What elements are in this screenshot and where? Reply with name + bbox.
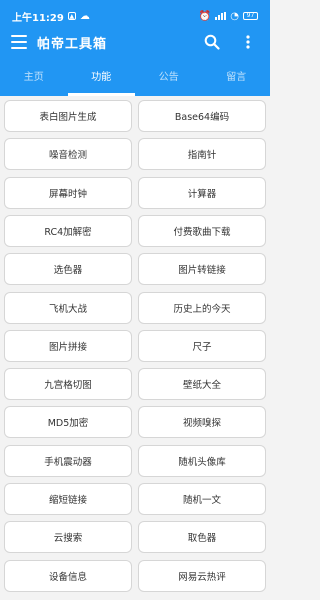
tool-button[interactable]: MD5加密 xyxy=(4,406,132,439)
search-icon[interactable] xyxy=(204,34,220,50)
more-options-icon[interactable] xyxy=(245,34,251,50)
wifi-icon: ◔ xyxy=(230,10,239,22)
tool-button[interactable]: 表白图片生成 xyxy=(4,100,132,132)
tool-button[interactable]: 九宫格切图 xyxy=(4,368,132,401)
battery-icon: 97 xyxy=(243,12,258,20)
tool-button[interactable]: 指南针 xyxy=(138,138,266,171)
tool-grid: 表白图片生成 Base64编码 噪音检测 指南针 屏幕时钟 计算器 RC4加解密 付费歌曲下载… xyxy=(0,96,270,600)
tool-button[interactable]: 计算器 xyxy=(138,176,266,209)
tab-functions[interactable]: 功能 xyxy=(67,62,136,96)
tool-button[interactable]: 噪音检测 xyxy=(4,138,132,171)
status-time: 上午11:29 xyxy=(12,12,64,24)
tool-button[interactable]: 付费歌曲下载 xyxy=(138,214,266,247)
status-left: 上午11:29 ▲ ☁ xyxy=(12,9,90,24)
tab-announcements[interactable]: 公告 xyxy=(135,62,203,96)
page-title: 帕帝工具箱 xyxy=(37,37,108,52)
alarm-icon: ⏰ xyxy=(198,10,212,22)
tool-button[interactable]: 选色器 xyxy=(4,253,132,286)
tool-button[interactable]: Base64编码 xyxy=(138,100,266,132)
tool-button[interactable]: 取色器 xyxy=(138,521,266,554)
app-bar: 上午11:29 ▲ ☁ ⏰ ◔ 97 帕帝工具箱 主页 功能 公告 留言 xyxy=(0,0,270,96)
tool-button[interactable]: 图片拼接 xyxy=(4,329,132,362)
tool-button[interactable]: 随机一文 xyxy=(138,483,266,515)
tool-button[interactable]: 历史上的今天 xyxy=(138,291,266,324)
tool-button[interactable]: 屏幕时钟 xyxy=(4,176,132,209)
notification-app-icon: ▲ xyxy=(67,12,76,20)
tab-home[interactable]: 主页 xyxy=(0,62,68,96)
tool-button[interactable]: 壁纸大全 xyxy=(138,368,266,401)
menu-icon[interactable] xyxy=(11,35,27,49)
tab-messages[interactable]: 留言 xyxy=(203,62,271,96)
tab-bar: 主页 功能 公告 留言 xyxy=(0,62,270,96)
status-bar: 上午11:29 ▲ ☁ ⏰ ◔ 97 xyxy=(0,0,270,32)
tool-button[interactable]: 图片转链接 xyxy=(138,253,266,286)
notification-cloud-icon: ☁ xyxy=(79,10,90,22)
tool-button[interactable]: RC4加解密 xyxy=(4,214,132,247)
toolbar: 帕帝工具箱 xyxy=(0,30,270,56)
tool-button[interactable]: 视频嗅探 xyxy=(138,406,266,439)
tool-button[interactable]: 随机头像库 xyxy=(138,444,266,477)
tool-button[interactable]: 设备信息 xyxy=(4,559,132,592)
signal-icon xyxy=(215,12,227,20)
tool-button[interactable]: 尺子 xyxy=(138,329,266,362)
tool-button[interactable]: 云搜索 xyxy=(4,521,132,554)
status-right: ⏰ ◔ 97 xyxy=(199,11,258,22)
tool-button[interactable]: 飞机大战 xyxy=(4,291,132,324)
tool-button[interactable]: 网易云热评 xyxy=(138,559,266,592)
tool-button[interactable]: 缩短链接 xyxy=(4,483,132,515)
tool-button[interactable]: 手机震动器 xyxy=(4,444,132,477)
